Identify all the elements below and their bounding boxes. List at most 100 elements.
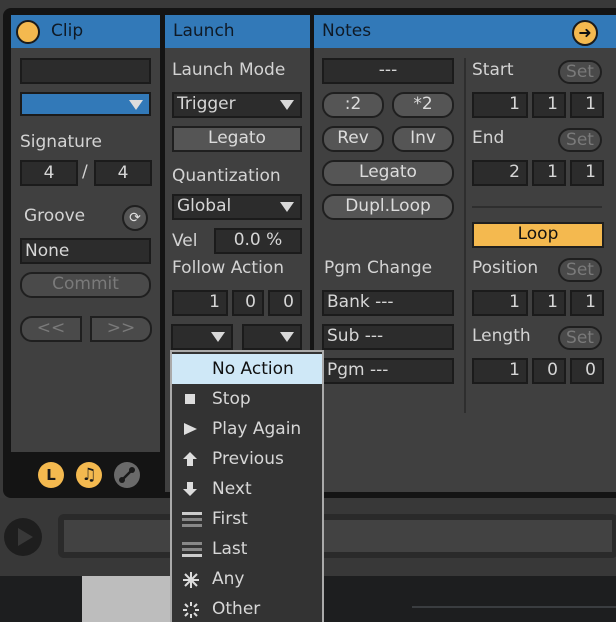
follow-time-bars[interactable]: 1 <box>172 290 228 316</box>
launch-view-icon[interactable]: L <box>38 462 64 488</box>
chevron-down-icon <box>211 332 225 342</box>
end-sixteenths[interactable]: 1 <box>570 160 604 186</box>
position-beats[interactable]: 1 <box>532 290 566 316</box>
groove-label: Groove <box>24 206 86 226</box>
menu-item-last[interactable]: Last <box>172 534 322 564</box>
next-button[interactable]: >> <box>90 316 152 342</box>
signature-label: Signature <box>20 132 103 152</box>
velocity-field[interactable]: 0.0 % <box>214 228 302 254</box>
position-sixteenths[interactable]: 1 <box>570 290 604 316</box>
signature-denominator[interactable]: 4 <box>94 160 152 186</box>
follow-action-a-dropdown[interactable] <box>171 324 233 350</box>
launch-title: Launch <box>173 21 235 41</box>
browser-thumbnail <box>82 576 172 622</box>
envelopes-view-icon[interactable] <box>114 462 140 488</box>
bank-field[interactable]: Bank --- <box>322 290 454 316</box>
follow-action-label: Follow Action <box>172 258 284 278</box>
double-button[interactable]: *2 <box>392 92 454 118</box>
play-icon <box>18 528 33 546</box>
show-more-button[interactable]: ➜ <box>572 20 598 46</box>
menu-item-next[interactable]: Next <box>172 474 322 504</box>
start-sixteenths[interactable]: 1 <box>570 92 604 118</box>
loop-divider <box>472 206 602 208</box>
follow-action-b-dropdown[interactable] <box>242 324 302 350</box>
follow-time-sixteenths[interactable]: 0 <box>268 290 302 316</box>
reverse-button[interactable]: Rev <box>322 126 384 152</box>
program-field[interactable]: Pgm --- <box>322 358 454 384</box>
groove-field[interactable]: None <box>20 238 151 264</box>
notes-panel: Notes ➜ --- :2 *2 Rev Inv Legato Dupl.Lo… <box>314 15 616 492</box>
chevron-down-icon <box>280 202 294 212</box>
arrow-right-icon: ➜ <box>578 23 592 42</box>
end-label: End <box>472 128 505 148</box>
clip-activator-toggle[interactable] <box>16 20 40 44</box>
notes-view-icon[interactable]: ♫ <box>76 462 102 488</box>
menu-item-no-action[interactable]: No Action <box>172 354 322 384</box>
end-beats[interactable]: 1 <box>532 160 566 186</box>
length-set-button[interactable]: Set <box>558 326 602 350</box>
notes-title: Notes <box>322 21 372 41</box>
asterisk-icon <box>182 571 199 588</box>
preview-play-button[interactable] <box>4 518 42 556</box>
groove-hot-swap-button[interactable]: ⟳ <box>122 205 148 231</box>
menu-item-previous[interactable]: Previous <box>172 444 322 474</box>
chevron-down-icon <box>129 100 143 110</box>
sparkle-icon <box>182 601 199 618</box>
play-icon <box>182 421 198 437</box>
position-label: Position <box>472 258 539 278</box>
commit-button[interactable]: Commit <box>20 272 151 298</box>
launch-mode-label: Launch Mode <box>172 60 286 80</box>
follow-time-beats[interactable]: 0 <box>232 290 264 316</box>
link-icon <box>119 467 135 483</box>
last-icon <box>182 541 202 557</box>
start-label: Start <box>472 60 514 80</box>
arrow-down-icon <box>182 481 198 497</box>
velocity-label: Vel <box>172 231 198 251</box>
launch-legato-button[interactable]: Legato <box>172 126 302 152</box>
signature-numerator[interactable]: 4 <box>20 160 78 186</box>
notes-header: Notes <box>314 15 616 48</box>
halve-button[interactable]: :2 <box>322 92 384 118</box>
clip-title: Clip <box>51 21 84 41</box>
menu-item-other[interactable]: Other <box>172 594 322 622</box>
pgm-change-label: Pgm Change <box>324 258 433 278</box>
arrow-up-icon <box>182 451 198 467</box>
preview-waveform-field[interactable] <box>58 514 616 558</box>
menu-item-first[interactable]: First <box>172 504 322 534</box>
sub-bank-field[interactable]: Sub --- <box>322 324 454 350</box>
launch-header: Launch <box>165 15 310 48</box>
chevron-down-icon <box>280 100 294 110</box>
chevron-down-icon <box>280 332 294 342</box>
launch-mode-dropdown[interactable]: Trigger <box>172 92 302 118</box>
invert-button[interactable]: Inv <box>392 126 454 152</box>
notes-legato-button[interactable]: Legato <box>322 160 454 186</box>
quantization-label: Quantization <box>172 166 281 186</box>
first-icon <box>182 511 202 527</box>
clip-panel: Clip Signature 4 / 4 Groove ⟳ None Commi… <box>11 15 160 452</box>
stop-icon <box>182 391 198 407</box>
transpose-field[interactable]: --- <box>322 58 454 84</box>
clip-color-dropdown[interactable] <box>20 92 151 116</box>
start-beats[interactable]: 1 <box>532 92 566 118</box>
duplicate-loop-button[interactable]: Dupl.Loop <box>322 194 454 220</box>
scrollbar-track[interactable] <box>412 606 616 608</box>
prev-button[interactable]: << <box>20 316 82 342</box>
menu-item-any[interactable]: Any <box>172 564 322 594</box>
menu-item-stop[interactable]: Stop <box>172 384 322 414</box>
follow-action-menu: No Action Stop Play Again Previous Next … <box>170 350 324 622</box>
loop-toggle[interactable]: Loop <box>472 222 604 248</box>
start-set-button[interactable]: Set <box>558 60 602 84</box>
length-sixteenths[interactable]: 0 <box>570 358 604 384</box>
signature-separator: / <box>82 162 88 182</box>
end-bars[interactable]: 2 <box>472 160 528 186</box>
refresh-icon: ⟳ <box>129 210 141 226</box>
quantization-dropdown[interactable]: Global <box>172 194 302 220</box>
menu-item-play-again[interactable]: Play Again <box>172 414 322 444</box>
end-set-button[interactable]: Set <box>558 128 602 152</box>
length-bars[interactable]: 1 <box>472 358 528 384</box>
position-set-button[interactable]: Set <box>558 258 602 282</box>
clip-name-field[interactable] <box>20 58 151 84</box>
length-beats[interactable]: 0 <box>532 358 566 384</box>
position-bars[interactable]: 1 <box>472 290 528 316</box>
start-bars[interactable]: 1 <box>472 92 528 118</box>
